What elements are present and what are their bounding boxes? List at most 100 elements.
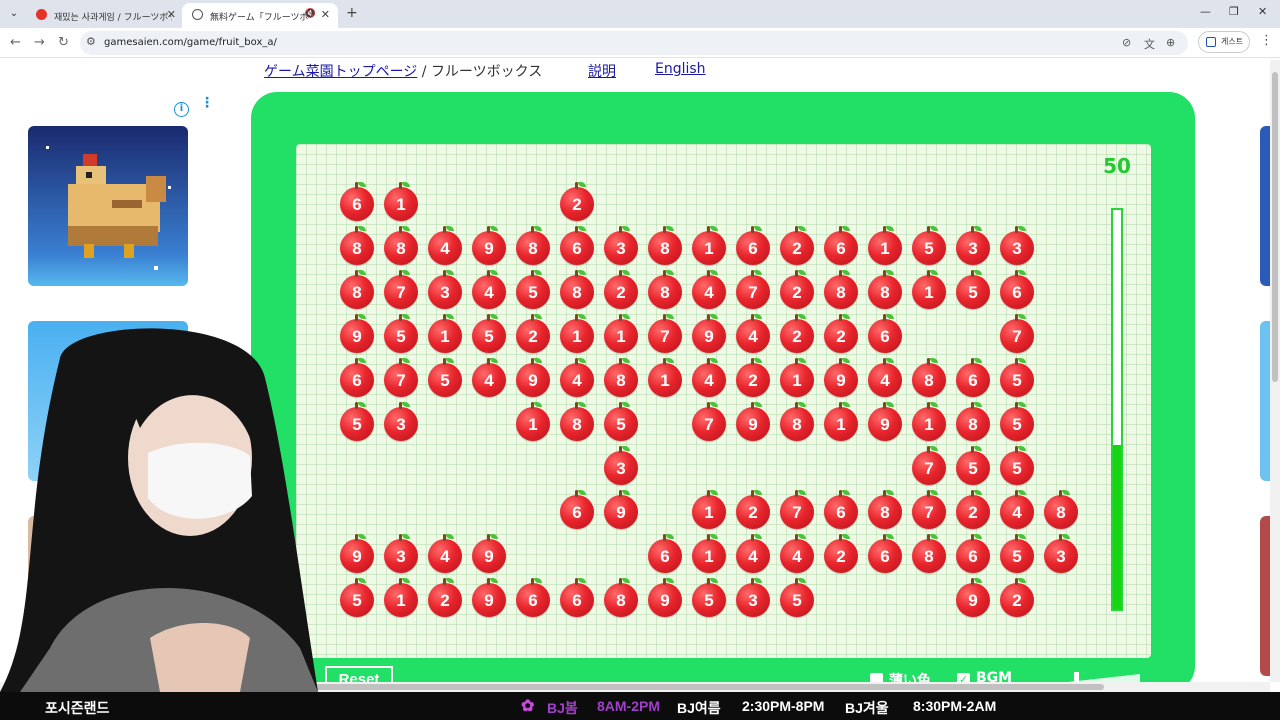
apple-tile[interactable]: 8 [780,402,814,441]
apple-tile[interactable]: 2 [824,314,858,353]
apple-tile[interactable]: 9 [516,358,550,397]
apple-tile[interactable]: 2 [780,270,814,309]
apple-tile[interactable]: 8 [560,402,594,441]
apple-tile[interactable]: 5 [516,270,550,309]
apple-tile[interactable]: 4 [868,358,902,397]
apple-tile[interactable]: 5 [1000,534,1034,573]
apple-tile[interactable]: 6 [956,534,990,573]
apple-tile[interactable]: 1 [824,402,858,441]
apple-tile[interactable]: 9 [340,534,374,573]
apple-tile[interactable]: 8 [516,226,550,265]
site-info-icon[interactable]: ⚙ [86,35,96,48]
forward-arrow-icon[interactable]: → [34,35,45,50]
apple-tile[interactable]: 8 [384,226,418,265]
apple-tile[interactable]: 1 [560,314,594,353]
back-arrow-icon[interactable]: ← [10,35,21,50]
apple-tile[interactable]: 8 [868,490,902,529]
apple-tile[interactable]: 6 [648,534,682,573]
apple-tile[interactable]: 6 [824,226,858,265]
apple-tile[interactable]: 4 [428,226,462,265]
apple-tile[interactable]: 1 [384,578,418,617]
close-tab-icon[interactable]: ✕ [167,8,176,21]
apple-tile[interactable]: 1 [868,226,902,265]
apple-tile[interactable]: 2 [1000,578,1034,617]
apple-tile[interactable]: 4 [428,534,462,573]
apple-tile[interactable]: 1 [692,226,726,265]
apple-tile[interactable]: 3 [1000,226,1034,265]
profile-guest-button[interactable]: 게스트 [1198,31,1250,53]
apple-tile[interactable]: 5 [1000,446,1034,485]
apple-tile[interactable]: 6 [868,534,902,573]
apple-tile[interactable]: 7 [912,446,946,485]
apple-tile[interactable]: 3 [956,226,990,265]
apple-tile[interactable]: 8 [648,226,682,265]
ad-options-icon[interactable]: ⋮ [200,96,214,110]
apple-tile[interactable]: 5 [1000,358,1034,397]
apple-tile[interactable]: 1 [912,270,946,309]
apple-tile[interactable]: 9 [648,578,682,617]
apple-tile[interactable]: 5 [340,402,374,441]
apple-tile[interactable]: 2 [736,358,770,397]
apple-tile[interactable]: 4 [472,358,506,397]
apple-tile[interactable]: 6 [824,490,858,529]
eye-off-icon[interactable]: ⊘ [1122,36,1131,49]
new-tab-plus-icon[interactable]: + [346,5,358,21]
apple-tile[interactable]: 9 [472,226,506,265]
browser-tab-2-active[interactable]: 無料ゲーム「フルーツボックス」 🔇 ✕ [182,3,338,28]
apple-tile[interactable]: 7 [912,490,946,529]
reload-icon[interactable]: ↻ [58,35,69,50]
apple-tile[interactable]: 1 [384,182,418,221]
browser-menu-icon[interactable]: ⋮ [1260,33,1273,48]
apple-tile[interactable]: 6 [560,490,594,529]
minimize-window-icon[interactable]: — [1200,5,1211,18]
apple-tile[interactable]: 3 [384,402,418,441]
apple-tile[interactable]: 2 [736,490,770,529]
apple-tile[interactable]: 8 [824,270,858,309]
apple-tile[interactable]: 1 [516,402,550,441]
apple-tile[interactable]: 5 [956,270,990,309]
restore-window-icon[interactable]: ❐ [1229,5,1239,18]
apple-tile[interactable]: 8 [648,270,682,309]
vertical-scrollbar[interactable] [1270,60,1280,682]
apple-tile[interactable]: 7 [780,490,814,529]
apple-tile[interactable]: 5 [780,578,814,617]
apple-tile[interactable]: 3 [384,534,418,573]
ad-info-icon[interactable]: i [174,102,189,117]
apple-tile[interactable]: 8 [340,226,374,265]
close-window-icon[interactable]: ✕ [1258,5,1267,18]
apple-tile[interactable]: 9 [824,358,858,397]
tab-search-chevron-icon[interactable]: ⌄ [6,6,22,22]
apple-tile[interactable]: 5 [956,446,990,485]
apple-tile[interactable]: 9 [472,578,506,617]
apple-tile[interactable]: 3 [428,270,462,309]
apple-tile[interactable]: 1 [692,534,726,573]
apple-tile[interactable]: 7 [692,402,726,441]
scrollbar-thumb[interactable] [1272,72,1278,382]
apple-tile[interactable]: 2 [956,490,990,529]
apple-tile[interactable]: 1 [428,314,462,353]
apple-tile[interactable]: 6 [340,358,374,397]
apple-tile[interactable]: 4 [472,270,506,309]
apple-tile[interactable]: 6 [340,182,374,221]
apple-tile[interactable]: 2 [780,226,814,265]
apple-tile[interactable]: 7 [736,270,770,309]
apple-tile[interactable]: 5 [912,226,946,265]
apple-tile[interactable]: 4 [692,270,726,309]
apple-tile[interactable]: 7 [1000,314,1034,353]
apple-tile[interactable]: 6 [560,226,594,265]
browser-tab-1[interactable]: 재밌는 사과게임 / フルーツボックス ✕ [26,3,184,28]
apple-tile[interactable]: 8 [604,578,638,617]
url-text[interactable]: gamesaien.com/game/fruit_box_a/ [104,37,277,48]
apple-tile[interactable]: 9 [340,314,374,353]
apple-tile[interactable]: 6 [560,578,594,617]
apple-tile[interactable]: 2 [780,314,814,353]
apple-tile[interactable]: 4 [780,534,814,573]
apple-tile[interactable]: 1 [912,402,946,441]
apple-tile[interactable]: 8 [1044,490,1078,529]
apple-tile[interactable]: 5 [692,578,726,617]
apple-tile[interactable]: 8 [912,534,946,573]
apple-tile[interactable]: 1 [692,490,726,529]
apple-tile[interactable]: 9 [736,402,770,441]
apple-tile[interactable]: 9 [692,314,726,353]
apple-tile[interactable]: 7 [384,270,418,309]
